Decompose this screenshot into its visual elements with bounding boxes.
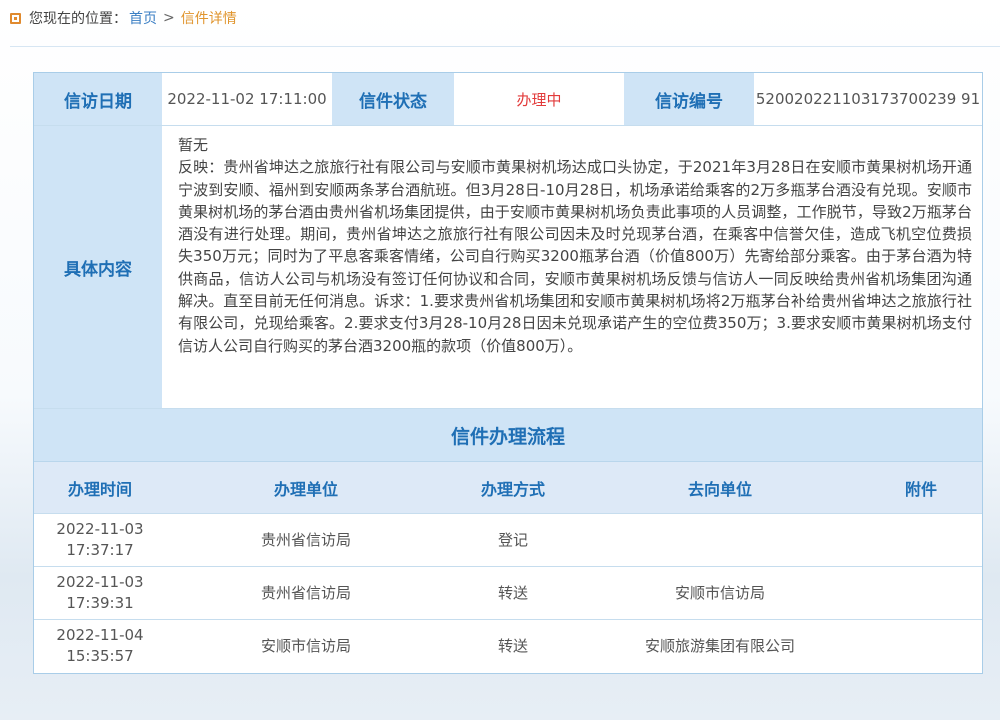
number-value: 520020221103173700239 91: [754, 73, 982, 125]
table-row: 2022-11-04 15:35:57 安顺市信访局 转送 安顺旅游集团有限公司: [34, 620, 982, 672]
flow-target: [580, 514, 860, 566]
flow-attachment: [860, 567, 982, 619]
letter-detail-panel: 信访日期 2022-11-02 17:11:00 信件状态 办理中 信访编号 5…: [33, 72, 983, 674]
breadcrumb-prefix: 您现在的位置：: [29, 11, 127, 27]
breadcrumb: 您现在的位置： 首页 > 信件详情: [10, 6, 237, 30]
flow-attachment: [860, 514, 982, 566]
breadcrumb-current: 信件详情: [180, 11, 237, 27]
flow-clock: 15:35:57: [66, 647, 134, 665]
flow-date: 2022-11-04: [56, 626, 144, 644]
table-row: 2022-11-03 17:37:17 贵州省信访局 登记: [34, 514, 982, 567]
breadcrumb-separator: >: [163, 10, 175, 26]
flow-unit: 贵州省信访局: [260, 583, 351, 602]
date-value: 2022-11-02 17:11:00: [162, 73, 332, 125]
flow-unit: 贵州省信访局: [260, 530, 351, 549]
flow-clock: 17:37:17: [66, 541, 134, 559]
breadcrumb-home-link[interactable]: 首页: [129, 8, 157, 28]
flow-method: 转送: [497, 636, 528, 655]
content-label: 具体内容: [34, 126, 162, 408]
breadcrumb-divider: [10, 46, 1000, 47]
flow-table-header: 办理时间 办理单位 办理方式 去向单位 附件: [34, 462, 982, 514]
flow-time: 2022-11-03 17:37:17: [34, 514, 166, 566]
flow-header-unit: 办理单位: [273, 479, 338, 499]
flow-target: 安顺市信访局: [674, 583, 765, 602]
flow-title: 信件办理流程: [34, 409, 982, 462]
flow-clock: 17:39:31: [66, 594, 134, 612]
flow-time: 2022-11-03 17:39:31: [34, 567, 166, 619]
status-label: 信件状态: [332, 73, 454, 125]
content-title: 暂无: [178, 136, 209, 154]
letter-info-row: 信访日期 2022-11-02 17:11:00 信件状态 办理中 信访编号 5…: [34, 73, 982, 126]
content-text: 暂无 反映：贵州省坤达之旅旅行社有限公司与安顺市黄果树机场达成口头协定，于202…: [162, 126, 982, 408]
table-row: 2022-11-03 17:39:31 贵州省信访局 转送 安顺市信访局: [34, 567, 982, 620]
flow-header-time: 办理时间: [67, 479, 132, 499]
flow-attachment: [860, 620, 982, 672]
flow-date: 2022-11-03: [56, 520, 144, 538]
flow-header-target: 去向单位: [687, 479, 752, 499]
number-label: 信访编号: [624, 73, 754, 125]
flow-method: 转送: [497, 583, 528, 602]
date-label: 信访日期: [34, 73, 162, 125]
status-value: 办理中: [454, 73, 624, 125]
location-icon: [10, 12, 21, 24]
content-body: 反映：贵州省坤达之旅旅行社有限公司与安顺市黄果树机场达成口头协定，于2021年3…: [178, 158, 972, 355]
flow-unit: 安顺市信访局: [260, 636, 351, 655]
flow-target: 安顺旅游集团有限公司: [644, 636, 795, 655]
flow-header-method: 办理方式: [480, 479, 545, 499]
flow-method: 登记: [497, 530, 528, 549]
content-row: 具体内容 暂无 反映：贵州省坤达之旅旅行社有限公司与安顺市黄果树机场达成口头协定…: [34, 126, 982, 409]
flow-date: 2022-11-03: [56, 573, 144, 591]
flow-header-attachment: 附件: [904, 479, 937, 499]
flow-time: 2022-11-04 15:35:57: [34, 620, 166, 672]
